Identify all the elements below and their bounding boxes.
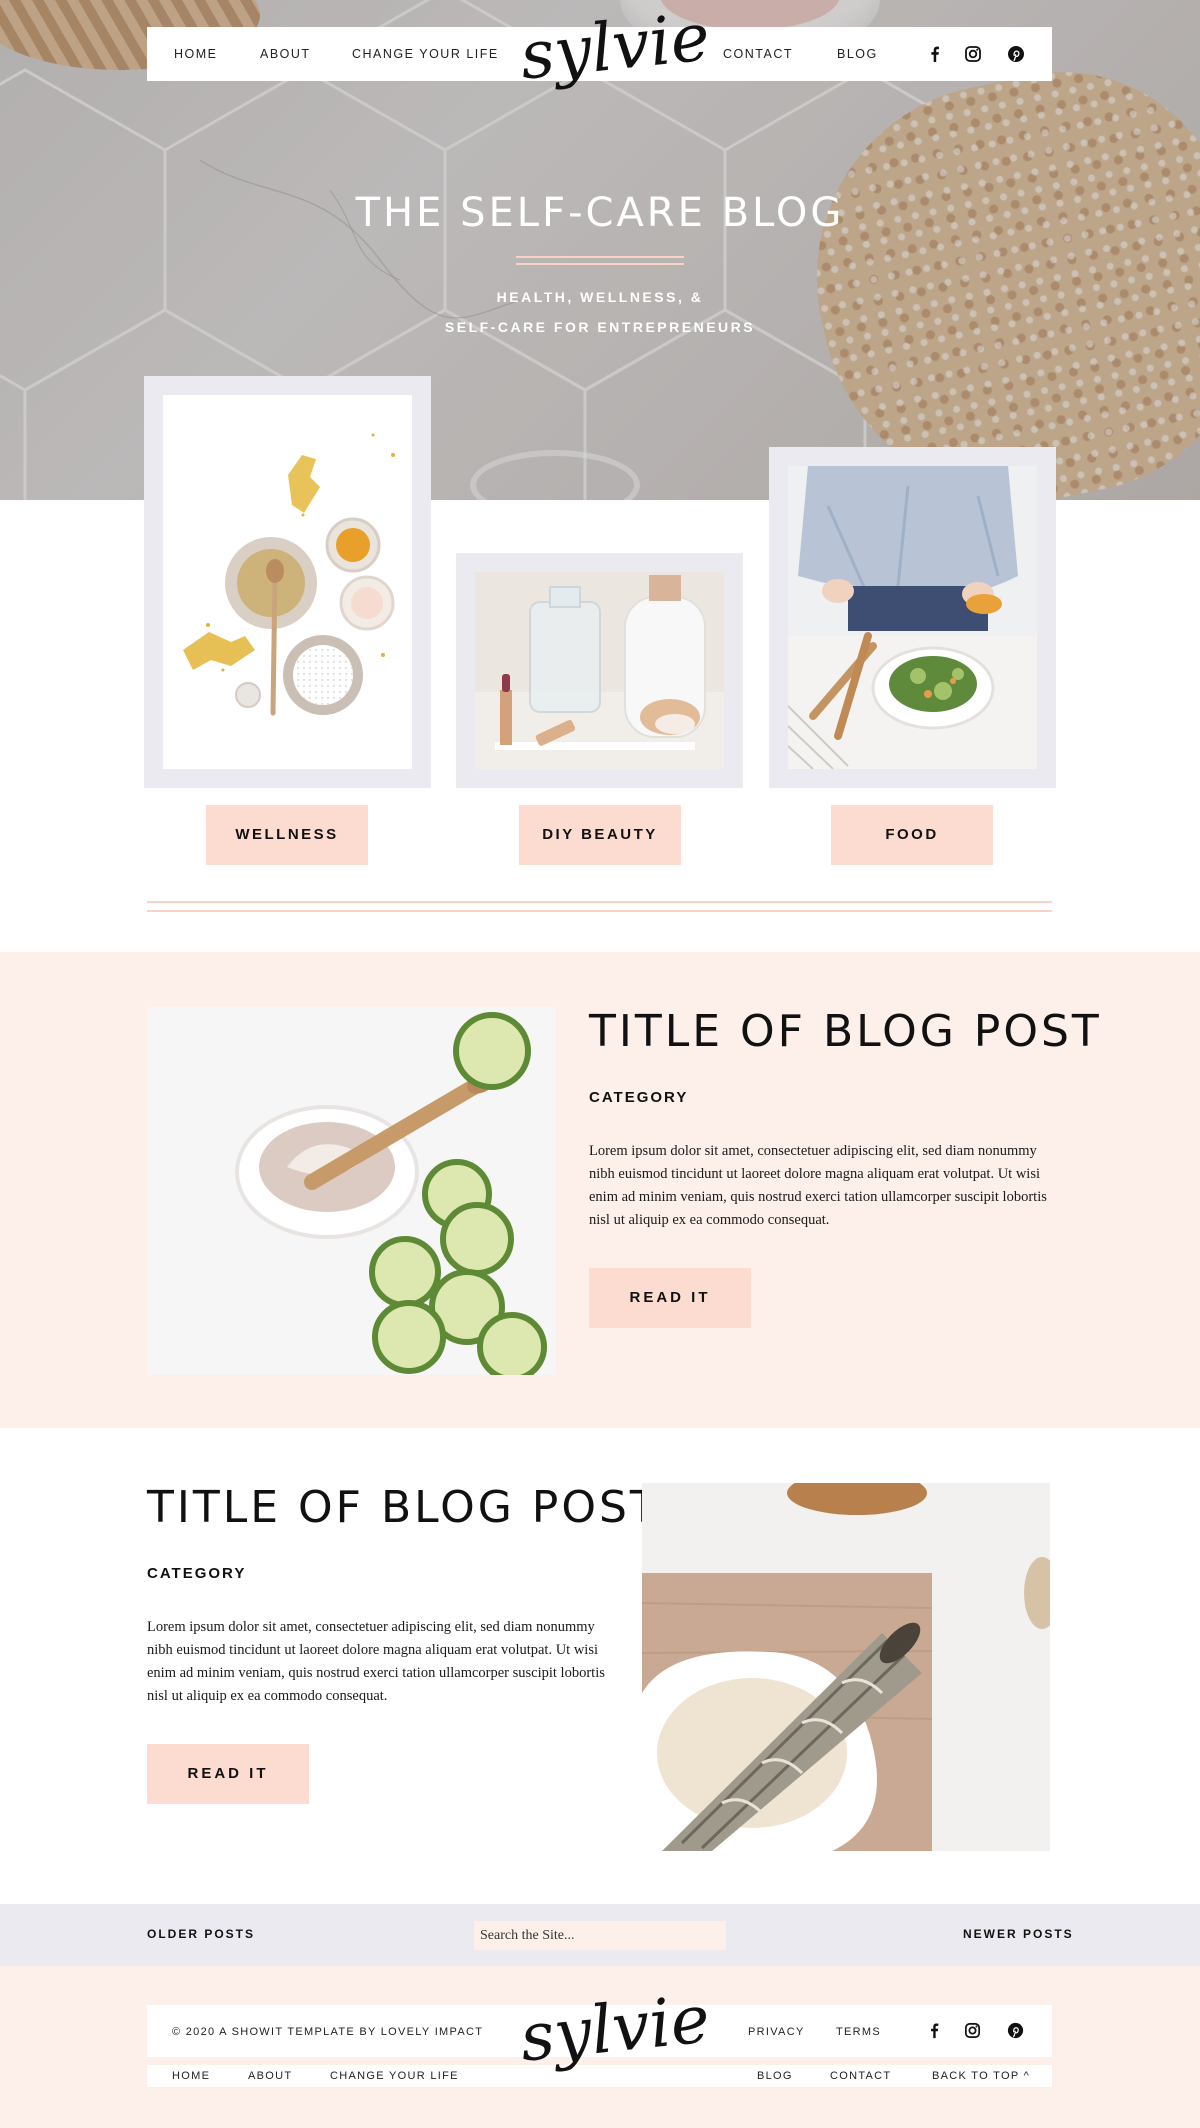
wellness-photo[interactable]: [163, 395, 412, 769]
hero-divider: [516, 263, 684, 265]
post-1-title[interactable]: TITLE OF BLOG POST: [589, 1006, 1102, 1057]
post-1-image[interactable]: [147, 1007, 556, 1375]
footer-link-terms[interactable]: TERMS: [836, 2026, 881, 2038]
nav-contact[interactable]: CONTACT: [723, 27, 793, 81]
footer-link-contact[interactable]: CONTACT: [830, 2070, 891, 2082]
post-2-category[interactable]: CATEGORY: [147, 1565, 246, 1582]
footer-link-home[interactable]: HOME: [172, 2070, 210, 2082]
copyright-text: © 2020 A SHOWIT TEMPLATE BY LOVELY IMPAC…: [172, 2026, 484, 2038]
footer-link-change-your-life[interactable]: CHANGE YOUR LIFE: [330, 2070, 459, 2082]
back-to-top-link[interactable]: BACK TO TOP ^: [932, 2070, 1030, 2082]
post-1-excerpt: Lorem ipsum dolor sit amet, consectetuer…: [589, 1143, 1047, 1228]
footer-link-blog[interactable]: BLOG: [757, 2070, 793, 2082]
newer-posts-link[interactable]: NEWER POSTS: [963, 1927, 1074, 1941]
pinterest-icon[interactable]: [1006, 2021, 1025, 2040]
footer-link-privacy[interactable]: PRIVACY: [748, 2026, 805, 2038]
instagram-icon[interactable]: [963, 2021, 982, 2040]
search-input[interactable]: [474, 1921, 726, 1950]
diy-beauty-photo[interactable]: [475, 572, 724, 769]
section-divider: [147, 901, 1052, 903]
post-1-read-button[interactable]: READ IT: [589, 1268, 751, 1328]
footer-link-about[interactable]: ABOUT: [248, 2070, 292, 2082]
post-1-category[interactable]: CATEGORY: [589, 1089, 688, 1106]
facebook-icon[interactable]: [925, 2021, 944, 2040]
pinterest-icon[interactable]: [1006, 44, 1026, 64]
hero-divider: [516, 256, 684, 258]
category-button-diy-beauty[interactable]: DIY BEAUTY: [519, 805, 681, 865]
nav-about[interactable]: ABOUT: [260, 27, 311, 81]
wellness-card-frame[interactable]: [144, 376, 431, 788]
instagram-icon[interactable]: [963, 44, 983, 64]
food-photo[interactable]: [788, 466, 1037, 769]
hero-title: THE SELF-CARE BLOG: [355, 190, 845, 236]
diy-beauty-card-frame[interactable]: [456, 553, 743, 788]
facebook-icon[interactable]: [925, 44, 945, 64]
post-2-title[interactable]: TITLE OF BLOG POST: [147, 1482, 660, 1533]
hero-subtitle-line1: HEALTH, WELLNESS, &: [496, 289, 704, 305]
older-posts-link[interactable]: OLDER POSTS: [147, 1927, 255, 1941]
category-button-food[interactable]: FOOD: [831, 805, 993, 865]
hero-subtitle-line2: SELF-CARE FOR ENTREPRENEURS: [444, 319, 756, 335]
section-divider: [147, 910, 1052, 912]
post-2-image[interactable]: [642, 1483, 1050, 1851]
post-2-excerpt: Lorem ipsum dolor sit amet, consectetuer…: [147, 1619, 605, 1704]
category-button-wellness[interactable]: WELLNESS: [206, 805, 368, 865]
nav-home[interactable]: HOME: [174, 27, 218, 81]
nav-blog[interactable]: BLOG: [837, 27, 878, 81]
nav-change-your-life[interactable]: CHANGE YOUR LIFE: [352, 27, 499, 81]
post-2-read-button[interactable]: READ IT: [147, 1744, 309, 1804]
food-card-frame[interactable]: [769, 447, 1056, 788]
